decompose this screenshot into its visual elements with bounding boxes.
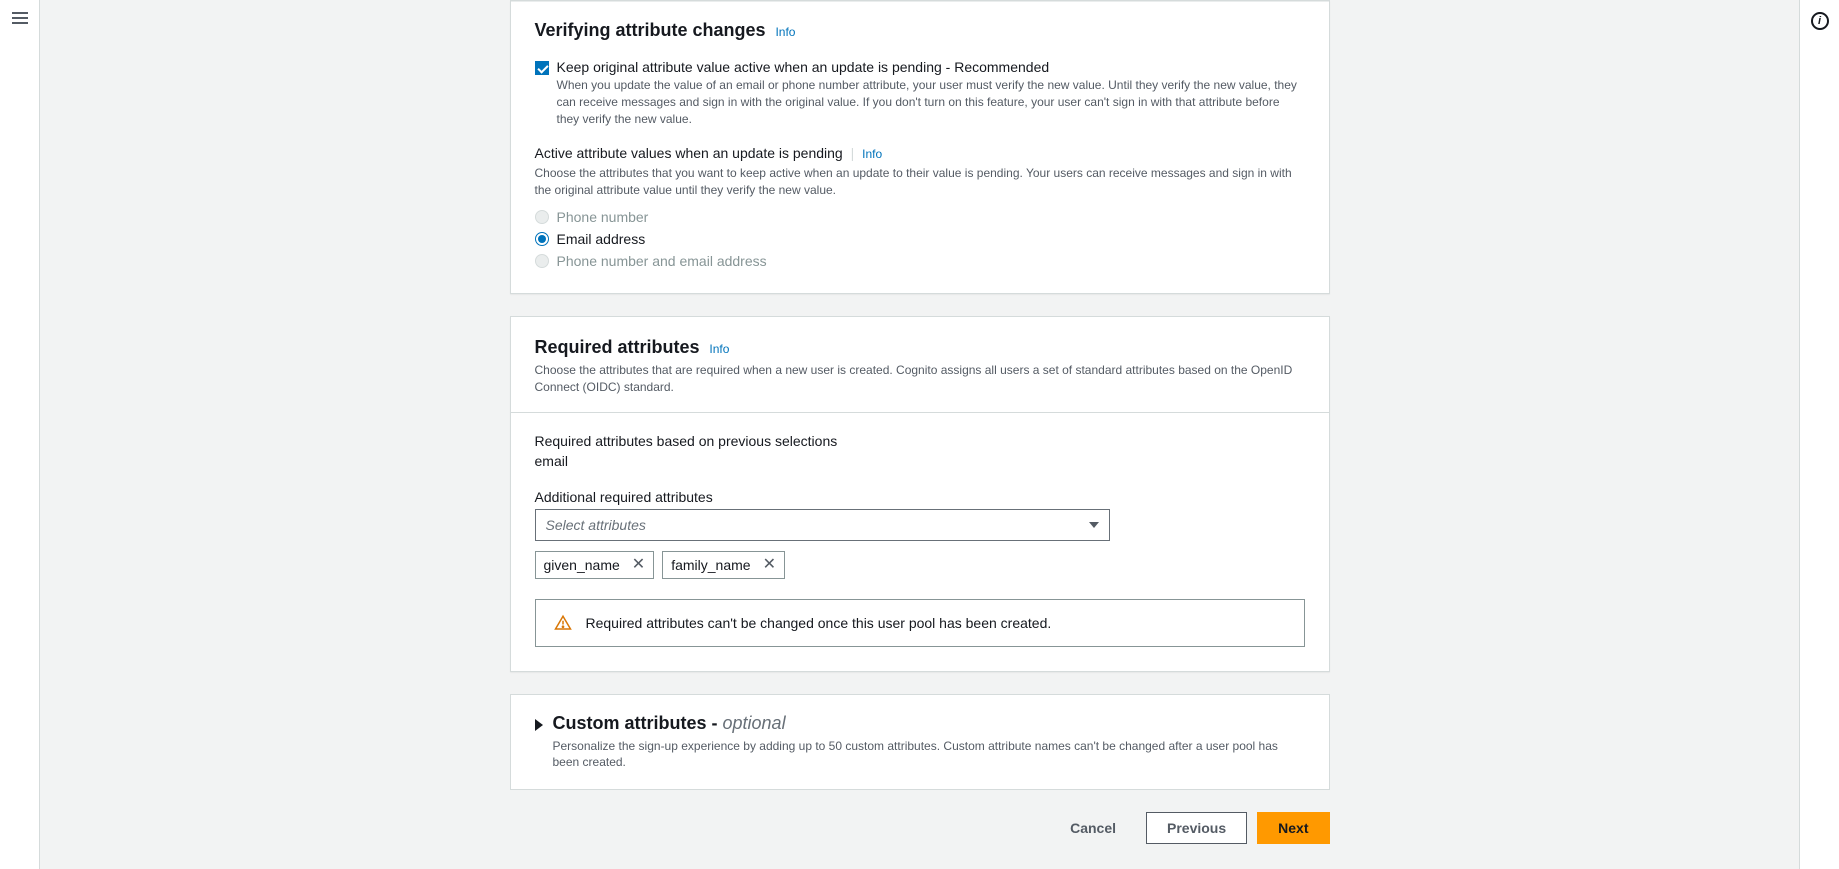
keep-original-checkbox[interactable] [535, 61, 549, 75]
select-placeholder: Select attributes [546, 517, 646, 533]
active-values-desc: Choose the attributes that you want to k… [535, 165, 1305, 199]
required-warning-alert: Required attributes can't be changed onc… [535, 599, 1305, 647]
radio-both-label: Phone number and email address [557, 253, 767, 269]
based-on-label: Required attributes based on previous se… [535, 433, 1305, 449]
close-icon[interactable]: ✕ [763, 557, 776, 573]
active-values-info-link[interactable]: Info [862, 147, 882, 161]
radio-email[interactable] [535, 232, 549, 246]
next-button[interactable]: Next [1257, 812, 1329, 844]
active-values-radio-group: Phone number Email address Phone number … [535, 209, 1305, 269]
custom-attributes-toggle[interactable]: Custom attributes - optional Personalize… [535, 713, 1305, 772]
radio-both [535, 254, 549, 268]
radio-phone [535, 210, 549, 224]
selected-tokens: given_name ✕ family_name ✕ [535, 551, 1305, 579]
cancel-button[interactable]: Cancel [1050, 812, 1136, 844]
right-help-rail: i [1799, 0, 1839, 869]
left-nav-rail [0, 0, 40, 869]
main-content: Verifying attribute changes Info Keep or… [40, 0, 1839, 869]
wizard-actions: Cancel Previous Next [510, 812, 1330, 846]
required-info-link[interactable]: Info [709, 342, 729, 356]
token-given-name: given_name ✕ [535, 551, 655, 579]
radio-phone-label: Phone number [557, 209, 649, 225]
additional-label: Additional required attributes [535, 489, 1305, 505]
custom-title: Custom attributes - optional [553, 713, 786, 733]
verifying-attribute-changes-panel: Verifying attribute changes Info Keep or… [510, 0, 1330, 294]
token-family-name: family_name ✕ [662, 551, 785, 579]
required-desc: Choose the attributes that are required … [535, 362, 1305, 396]
radio-email-label: Email address [557, 231, 646, 247]
verifying-title: Verifying attribute changes [535, 20, 766, 40]
required-attributes-panel: Required attributes Info Choose the attr… [510, 316, 1330, 672]
help-panel-icon[interactable]: i [1811, 12, 1829, 30]
close-icon[interactable]: ✕ [632, 557, 645, 573]
keep-original-help: When you update the value of an email or… [557, 77, 1305, 127]
keep-original-label: Keep original attribute value active whe… [557, 59, 1305, 75]
custom-attributes-panel: Custom attributes - optional Personalize… [510, 694, 1330, 791]
active-values-heading: Active attribute values when an update i… [535, 145, 843, 161]
token-label: family_name [671, 557, 750, 573]
token-label: given_name [544, 557, 620, 573]
additional-attributes-select[interactable]: Select attributes [535, 509, 1110, 541]
verifying-info-link[interactable]: Info [775, 25, 795, 39]
menu-toggle-icon[interactable] [12, 12, 28, 24]
custom-desc: Personalize the sign-up experience by ad… [553, 738, 1305, 772]
previous-button[interactable]: Previous [1146, 812, 1247, 844]
chevron-down-icon [1089, 522, 1099, 528]
based-on-value: email [535, 453, 1305, 469]
required-title: Required attributes [535, 337, 700, 357]
caret-right-icon [535, 719, 543, 731]
warning-icon [554, 614, 572, 632]
alert-text: Required attributes can't be changed onc… [586, 615, 1052, 631]
